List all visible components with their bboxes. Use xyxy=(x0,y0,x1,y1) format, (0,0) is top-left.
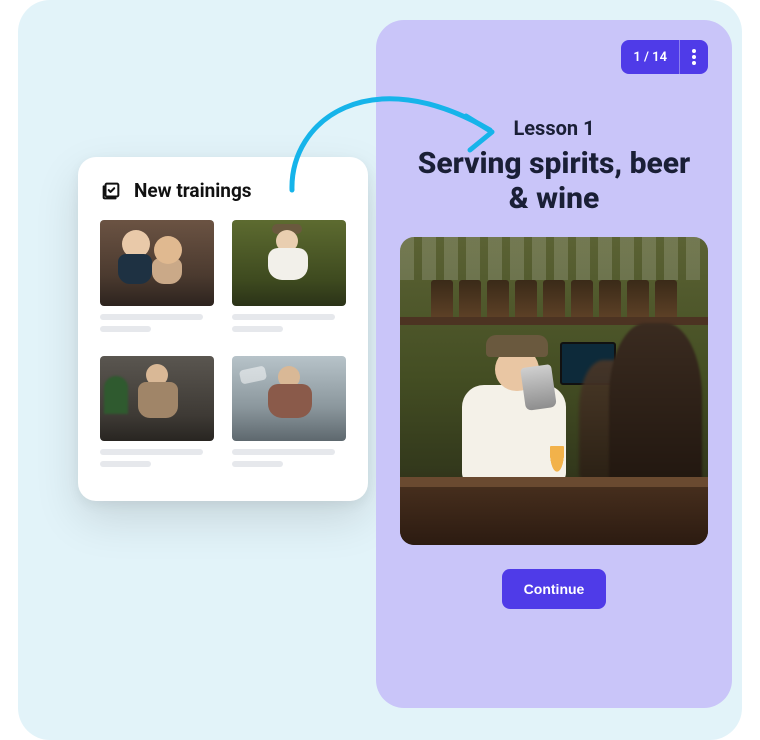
lesson-menu-button[interactable] xyxy=(680,40,708,74)
training-thumbnail xyxy=(232,356,346,442)
pager-count: 1 / 14 xyxy=(621,40,680,74)
training-thumbnail xyxy=(232,220,346,306)
training-item[interactable] xyxy=(100,356,214,474)
training-item[interactable] xyxy=(232,220,346,338)
training-thumbnail xyxy=(100,356,214,442)
trainings-heading: New trainings xyxy=(134,179,252,202)
training-caption-placeholder xyxy=(232,449,346,467)
app-canvas: New trainings 1 / 14 xyxy=(18,0,742,740)
trainings-header: New trainings xyxy=(100,179,346,202)
lesson-number-label: Lesson 1 xyxy=(400,116,708,140)
lesson-topbar: 1 / 14 xyxy=(400,40,708,74)
training-thumbnail xyxy=(100,220,214,306)
lesson-title: Serving spirits, beer & wine xyxy=(400,146,708,217)
training-caption-placeholder xyxy=(100,314,214,332)
continue-button[interactable]: Continue xyxy=(502,569,607,609)
lesson-card: 1 / 14 Lesson 1 Serving spirits, beer & … xyxy=(376,20,732,708)
training-item[interactable] xyxy=(232,356,346,474)
more-vertical-icon xyxy=(692,49,696,65)
training-caption-placeholder xyxy=(232,314,346,332)
checklist-icon xyxy=(100,180,122,202)
training-caption-placeholder xyxy=(100,449,214,467)
lesson-hero-image xyxy=(400,237,708,545)
new-trainings-card: New trainings xyxy=(78,157,368,501)
training-grid xyxy=(100,220,346,473)
training-item[interactable] xyxy=(100,220,214,338)
lesson-pager: 1 / 14 xyxy=(621,40,708,74)
